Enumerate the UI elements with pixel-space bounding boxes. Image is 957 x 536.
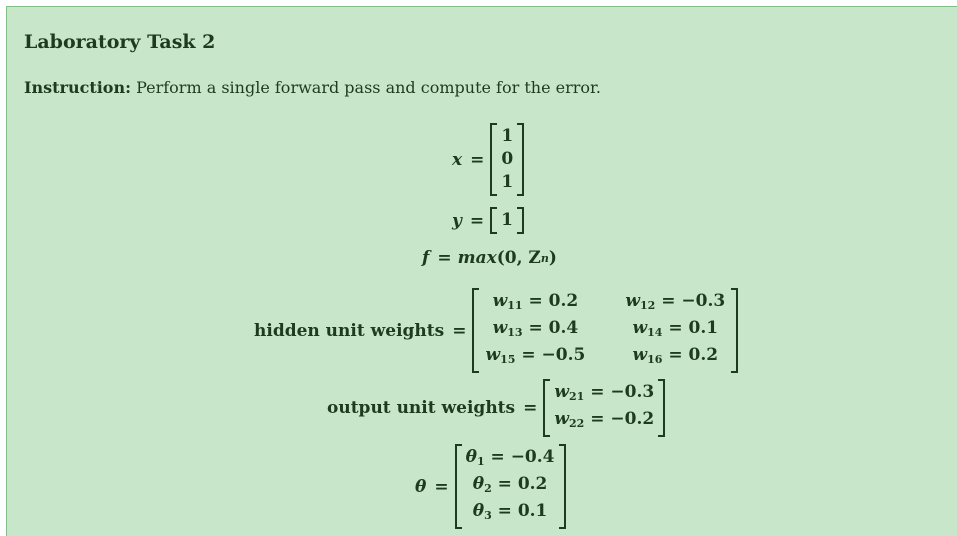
x-equals: = (470, 149, 485, 170)
weight-entry: w16 = 0.2 (632, 345, 719, 366)
left-bracket (543, 379, 551, 437)
hidden-weights-equation: hidden unit weights = w11 = 0.2 w12 = −0… (254, 288, 739, 373)
weight-entry: w15 = −0.5 (485, 345, 586, 366)
theta-entry: θ2 = 0.2 (472, 474, 548, 495)
max-close: ) (548, 248, 557, 268)
weight-entry: w21 = −0.3 (554, 382, 655, 403)
left-bracket (490, 123, 498, 196)
x-equation: x = 1 0 1 (452, 123, 525, 196)
instruction-line: Instruction: Perform a single forward pa… (24, 78, 601, 97)
y-matrix: 1 (490, 207, 524, 234)
task-panel: Laboratory Task 2 Instruction: Perform a… (6, 6, 957, 536)
x-value: 1 (501, 172, 514, 192)
f-symbol: f (422, 248, 430, 268)
instruction-text: Perform a single forward pass and comput… (131, 78, 602, 97)
right-bracket (516, 207, 524, 234)
x-symbol: x (452, 149, 463, 170)
left-bracket (472, 288, 480, 373)
weight-entry: w11 = 0.2 (492, 291, 579, 312)
max-function: max (457, 248, 497, 268)
x-value: 1 (501, 126, 514, 146)
weight-entry: w22 = −0.2 (554, 409, 655, 430)
x-value: 0 (501, 149, 514, 169)
theta-equation: θ = θ1 = −0.4 θ2 = 0.2 θ3 = 0.1 (415, 444, 566, 529)
right-bracket (731, 288, 739, 373)
activation-equation: f = max (0, Zn) (422, 248, 557, 268)
theta-entry: θ1 = −0.4 (465, 447, 555, 468)
left-bracket (454, 444, 462, 529)
weight-entry: w13 = 0.4 (492, 318, 579, 339)
y-value: 1 (501, 210, 513, 230)
output-weights-label: output unit weights (327, 398, 516, 418)
theta-equals: = (434, 476, 449, 497)
z-subscript: n (540, 251, 549, 265)
output-weights-equation: output unit weights = w21 = −0.3 w22 = −… (327, 379, 666, 437)
task-title: Laboratory Task 2 (24, 31, 216, 53)
x-matrix: 1 0 1 (490, 123, 525, 196)
hidden-weights-matrix: w11 = 0.2 w12 = −0.3 w13 = 0.4 w14 = 0.1… (472, 288, 739, 373)
f-equals: = (437, 248, 452, 268)
output-weights-equals: = (523, 398, 538, 418)
instruction-label: Instruction: (24, 78, 131, 97)
right-bracket (558, 444, 566, 529)
theta-matrix: θ1 = −0.4 θ2 = 0.2 θ3 = 0.1 (454, 444, 566, 529)
y-symbol: y (452, 210, 462, 231)
output-weights-matrix: w21 = −0.3 w22 = −0.2 (543, 379, 666, 437)
theta-symbol: θ (415, 476, 427, 497)
weight-entry: w14 = 0.1 (632, 318, 719, 339)
theta-entry: θ3 = 0.1 (472, 501, 548, 522)
right-bracket (517, 123, 525, 196)
hidden-weights-equals: = (452, 320, 467, 341)
y-equals: = (469, 210, 485, 231)
left-bracket (490, 207, 498, 234)
right-bracket (658, 379, 666, 437)
max-args: (0, Z (496, 248, 541, 268)
hidden-weights-label: hidden unit weights (254, 320, 445, 341)
y-equation: y = 1 (452, 207, 524, 234)
weight-entry: w12 = −0.3 (625, 291, 726, 312)
